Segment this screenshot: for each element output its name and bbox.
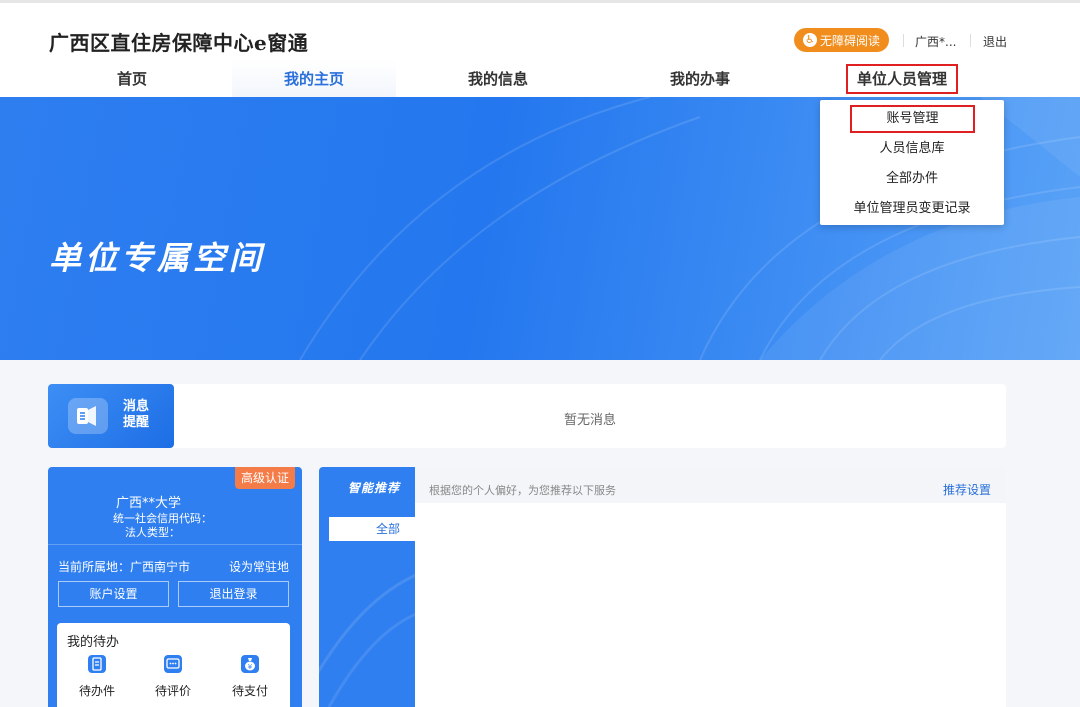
message-bar: 消息 提醒 暂无消息 — [48, 384, 1006, 448]
accessibility-label: 无障碍阅读 — [819, 33, 880, 48]
header-separator — [903, 34, 904, 47]
unit-staff-dropdown: 账号管理 人员信息库 全部办件 单位管理员变更记录 — [820, 100, 1004, 225]
message-badge-line1: 消息 — [123, 399, 150, 414]
message-badge-label: 消息 提醒 — [123, 399, 149, 431]
smart-recommend-panel: 智能推荐 全部 根据您的个人偏好，为您推荐以下服务 推荐设置 — [319, 467, 1006, 707]
recommend-settings-link[interactable]: 推荐设置 — [943, 481, 991, 498]
wheelchair-icon: ♿ — [802, 33, 817, 47]
sign-out-button[interactable]: 退出登录 — [178, 581, 289, 607]
speaker-icon — [68, 398, 108, 434]
todo-pending-reviews-label: 待评价 — [154, 684, 191, 698]
todo-title: 我的待办 — [67, 635, 120, 650]
my-todo-panel: 我的待办 待办件 待评价 ¥ 待支付 — [57, 623, 290, 707]
nav-my-affairs[interactable]: 我的办事 — [618, 60, 782, 100]
money-bag-icon: ¥ — [241, 655, 259, 673]
recommend-tab-all[interactable]: 全部 — [329, 517, 415, 541]
main-nav: 首页 我的主页 我的信息 我的办事 单位人员管理 — [30, 60, 1040, 100]
message-badge: 消息 提醒 — [48, 384, 174, 448]
legal-type-label: 法人类型： — [125, 526, 180, 539]
accessibility-button[interactable]: ♿ 无障碍阅读 — [794, 28, 889, 52]
recommend-header: 根据您的个人偏好，为您推荐以下服务 推荐设置 — [415, 467, 1006, 503]
todo-pending-payments-label: 待支付 — [231, 684, 268, 698]
recommend-sidebar: 智能推荐 全部 — [319, 467, 415, 707]
nav-unit-staff-management-label: 单位人员管理 — [845, 64, 958, 94]
recommend-title: 智能推荐 — [348, 481, 401, 495]
message-badge-line2: 提醒 — [123, 415, 150, 430]
set-default-location-link[interactable]: 设为常驻地 — [229, 558, 289, 575]
nav-unit-staff-management[interactable]: 单位人员管理 — [820, 60, 984, 100]
todo-pending-reviews[interactable]: 待评价 — [148, 655, 198, 699]
logout-link[interactable]: 退出 — [983, 33, 1007, 50]
account-settings-button[interactable]: 账户设置 — [58, 581, 169, 607]
no-message-text: 暂无消息 — [564, 413, 617, 428]
nav-home[interactable]: 首页 — [70, 60, 194, 100]
unit-name: 广西**大学 — [116, 496, 182, 511]
banner-title: 单位专属空间 — [49, 239, 266, 277]
site-header: 广西区直住房保障中心e窗通 ♿ 无障碍阅读 广西*... 退出 首页 我的主页 … — [0, 0, 1080, 100]
menu-item-staff-info-library[interactable]: 人员信息库 — [820, 135, 1004, 163]
advanced-auth-badge: 高级认证 — [235, 467, 295, 489]
chat-icon — [164, 655, 182, 673]
recommend-hint: 根据您的个人偏好，为您推荐以下服务 — [429, 484, 616, 497]
clipboard-icon — [88, 655, 106, 673]
profile-divider — [48, 544, 302, 545]
unit-profile-card: 高级认证 广西**大学 统一社会信用代码： 法人类型： 当前所属地：广西南宁市 … — [48, 467, 302, 707]
menu-item-admin-change-record[interactable]: 单位管理员变更记录 — [820, 195, 1004, 223]
nav-my-info[interactable]: 我的信息 — [416, 60, 580, 100]
nav-my-homepage[interactable]: 我的主页 — [232, 60, 396, 100]
todo-pending-payments[interactable]: ¥ 待支付 — [225, 655, 275, 699]
current-location: 当前所属地：广西南宁市 — [58, 560, 191, 574]
site-title[interactable]: 广西区直住房保障中心e窗通 — [49, 27, 308, 56]
header-separator — [970, 34, 971, 47]
todo-pending-cases-label: 待办件 — [78, 684, 115, 698]
svg-text:¥: ¥ — [248, 663, 253, 671]
todo-pending-cases[interactable]: 待办件 — [72, 655, 122, 699]
sidebar-decoration — [319, 573, 415, 707]
user-name-link[interactable]: 广西*... — [915, 33, 956, 50]
menu-item-all-cases[interactable]: 全部办件 — [820, 165, 1004, 193]
menu-item-account-management[interactable]: 账号管理 — [850, 105, 975, 133]
